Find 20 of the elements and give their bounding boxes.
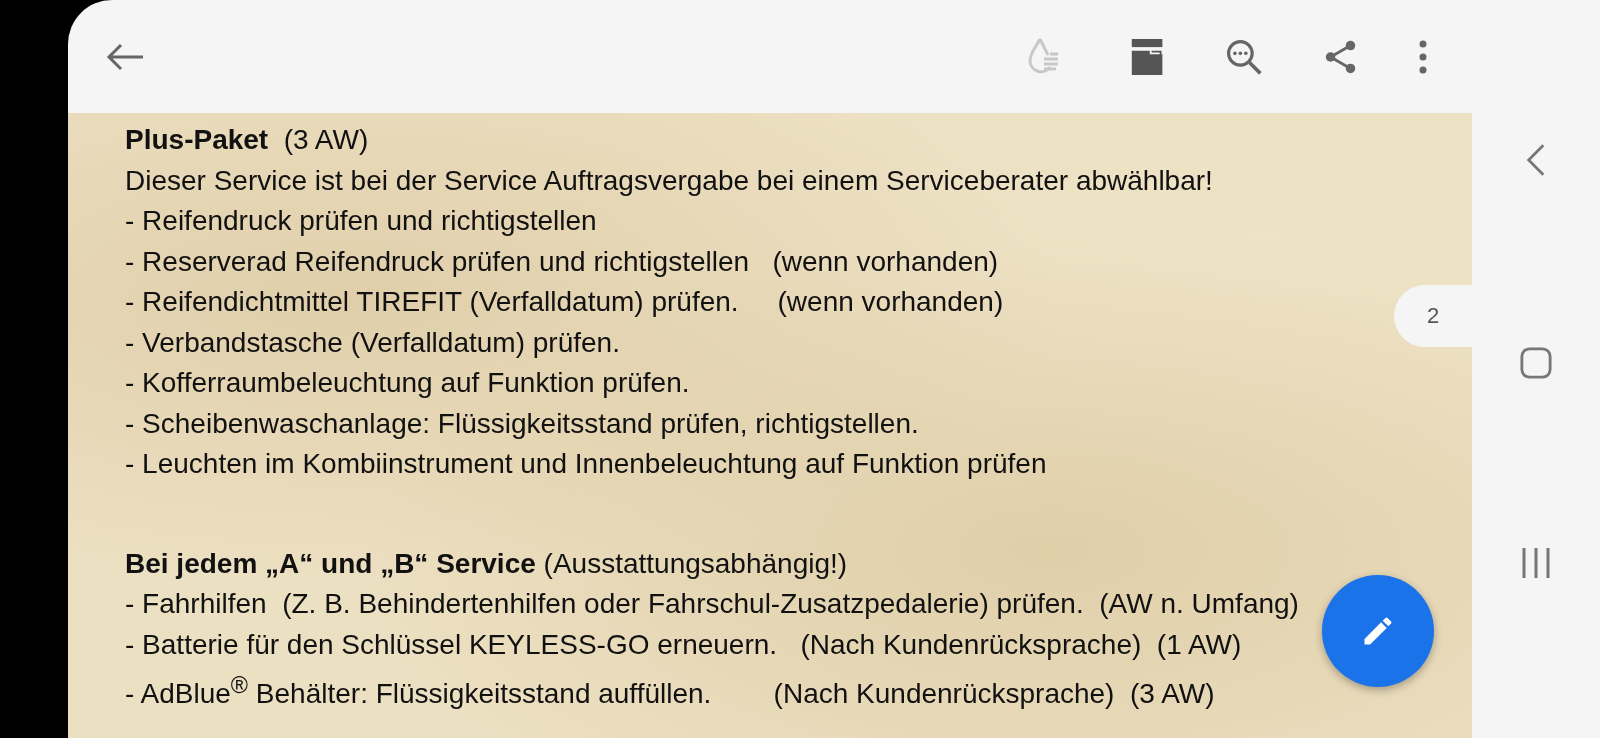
back-icon[interactable] <box>105 41 145 72</box>
text-line: - Leuchten im Kombiinstrument und Innenbeleuchtung auf Funktion prüfen <box>125 447 1047 481</box>
text-line: - Reifendruck prüfen und richtigstellen <box>125 204 597 238</box>
text-line: - Fahrhilfen (Z. B. Behindertenhilfen oder Fahrschul-Zusatzpedalerie) prüfen. (AW n. Umfang) <box>125 587 1299 621</box>
text-line: Dieser Service ist bei der Service Auftragsvergabe bei einem Serviceberater abwählbar! <box>125 163 1213 198</box>
more-options-icon[interactable] <box>1418 38 1428 75</box>
text-line: - AdBlue$^{®}$ Behälter: Flüssigkeitsstand auffüllen. (Nach Kundenrücksprache) (3 AW) <box>125 671 1215 712</box>
text-line: - Verbandstasche (Verfalldatum) prüfen. <box>125 325 620 360</box>
text-line: - Kofferraumbeleuchtung auf Funktion prüfen. <box>125 366 690 400</box>
edit-button[interactable] <box>1322 575 1434 687</box>
back-icon[interactable] <box>1525 143 1547 177</box>
text-line: - Reserverad Reifendruck prüfen und richtigstellen (wenn vorhanden) <box>125 244 999 279</box>
text-line: - Batterie für den Schlüssel KEYLESS-GO erneuern. (Nach Kundenrücksprache) (1 AW) <box>125 627 1242 662</box>
section-heading: Plus-Paket (3 AW) <box>125 123 369 157</box>
text-line: - Reifendichtmittel TIREFIT (Verfalldatum) prüfen. (wenn vorhanden) <box>125 285 1004 319</box>
section-heading: Bei jedem „A“ und „B“ Service (Ausstattungsabhängig!) <box>125 546 848 581</box>
home-icon[interactable] <box>1520 347 1552 379</box>
recent-apps-icon[interactable] <box>1521 547 1551 579</box>
page-number: 2 <box>1394 285 1472 347</box>
text-line: - Scheibenwaschanlage: Flüssigkeitsstand prüfen, richtigstellen. <box>125 406 919 441</box>
